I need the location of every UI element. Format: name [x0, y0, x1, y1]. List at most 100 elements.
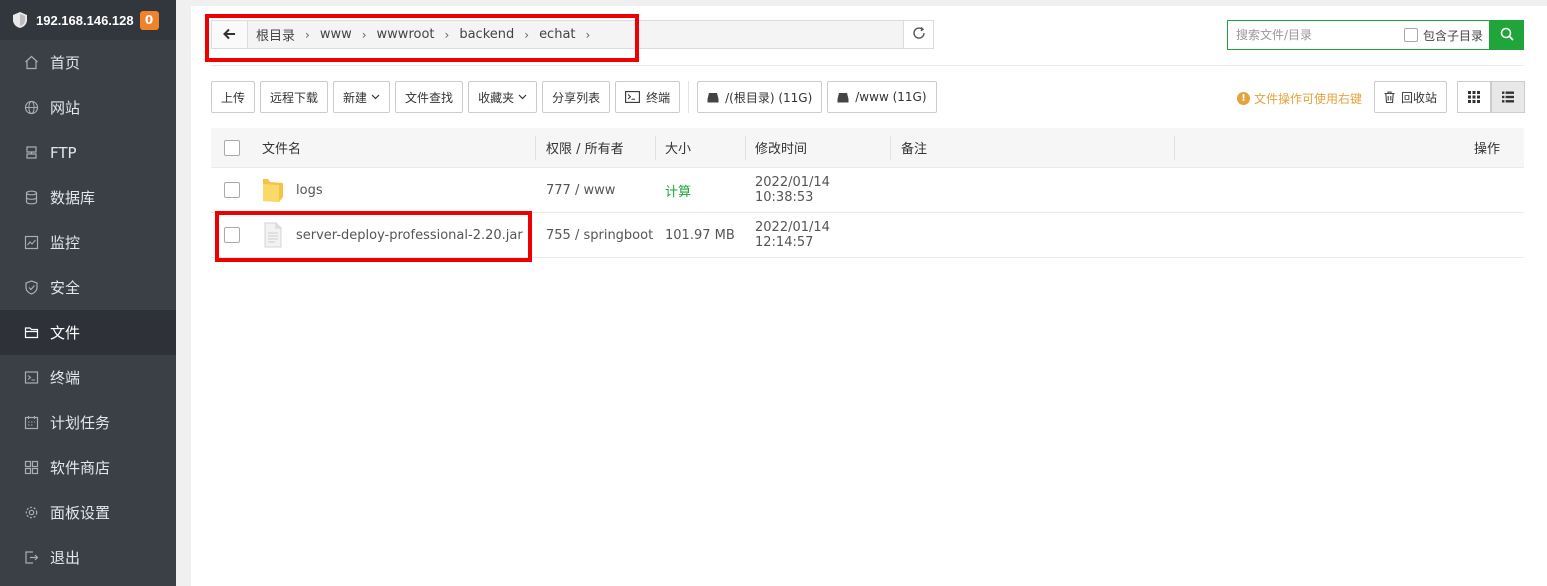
gear-icon — [23, 505, 39, 521]
disk-root-label: /(根目录) (11G) — [725, 90, 813, 105]
file-manager: 根目录› www› wwwroot› backend› echat› 包含子目录… — [191, 6, 1547, 586]
sidebar-item-cron[interactable]: 计划任务 — [0, 400, 176, 445]
refresh-icon — [912, 25, 926, 44]
disk-www-label: /www (11G) — [855, 90, 927, 104]
new-button-label: 新建 — [343, 90, 368, 105]
sidebar-item-database[interactable]: 数据库 — [0, 175, 176, 220]
row-checkbox[interactable] — [224, 182, 240, 198]
sidebar-item-security[interactable]: 安全 — [0, 265, 176, 310]
divider — [211, 65, 1524, 66]
perm-cell[interactable]: 777 / www — [536, 183, 656, 198]
info-icon: ! — [1237, 92, 1250, 105]
size-calc-link[interactable]: 计算 — [656, 181, 746, 200]
recycle-bin-label: 回收站 — [1401, 90, 1438, 105]
sidebar-item-label: 软件商店 — [50, 459, 111, 477]
header-perm[interactable]: 权限 / 所有者 — [536, 128, 656, 168]
sidebar-item-monitor[interactable]: 监控 — [0, 220, 176, 265]
sidebar-item-label: 首页 — [50, 54, 81, 72]
include-subdir-label: 包含子目录 — [1422, 28, 1483, 43]
grid-view-button[interactable] — [1457, 81, 1491, 113]
folder-icon — [23, 325, 39, 341]
sidebar-item-label: 计划任务 — [50, 414, 111, 432]
tip-text: 文件操作可使用右键 — [1254, 92, 1363, 106]
terminal-icon — [23, 370, 39, 386]
hard-drive-icon — [837, 92, 849, 103]
toolbar-separator — [688, 81, 690, 113]
home-icon — [23, 55, 39, 71]
search-icon — [1500, 26, 1514, 45]
shield-icon — [23, 280, 39, 296]
database-icon — [23, 190, 39, 206]
header-note: 备注 — [891, 128, 1175, 168]
list-view-button[interactable] — [1491, 81, 1525, 113]
globe-icon — [23, 100, 39, 116]
logout-icon — [23, 550, 39, 566]
disk-www-button[interactable]: /www (11G) — [827, 81, 937, 113]
header-name[interactable]: 文件名 — [251, 128, 536, 168]
search-box: 包含子目录 — [1227, 20, 1524, 50]
server-ip: 192.168.146.128 — [36, 12, 134, 28]
sidebar-item-store[interactable]: 软件商店 — [0, 445, 176, 490]
ftp-icon — [23, 145, 39, 161]
folder-icon — [262, 177, 284, 203]
terminal-button-label: 终端 — [646, 90, 671, 105]
sidebar-item-terminal[interactable]: 终端 — [0, 355, 176, 400]
sidebar-item-label: 文件 — [50, 324, 81, 342]
server-header: 192.168.146.128 0 — [0, 0, 176, 40]
sidebar-item-settings[interactable]: 面板设置 — [0, 490, 176, 535]
sidebar-item-label: 安全 — [50, 279, 81, 297]
chevron-down-icon — [371, 94, 380, 100]
table-row[interactable]: logs 777 / www 计算 2022/01/14 10:38:53 — [211, 168, 1524, 213]
apps-icon — [23, 460, 39, 476]
sidebar-item-website[interactable]: 网站 — [0, 85, 176, 130]
include-subdir-checkbox[interactable]: 包含子目录 — [1403, 27, 1483, 44]
mtime-cell: 2022/01/14 12:14:57 — [755, 220, 830, 250]
sidebar-item-label: FTP — [50, 143, 77, 162]
find-files-button[interactable]: 文件查找 — [395, 81, 464, 113]
sidebar-item-files[interactable]: 文件 — [0, 310, 176, 355]
header-ops: 操作 — [1473, 142, 1500, 157]
hard-drive-icon — [707, 92, 719, 103]
sidebar-item-label: 面板设置 — [50, 504, 111, 522]
search-input[interactable] — [1228, 21, 1404, 49]
remote-download-button[interactable]: 远程下载 — [260, 81, 329, 113]
mtime-cell: 2022/01/14 10:38:53 — [755, 175, 830, 205]
calendar-icon — [23, 415, 39, 431]
view-toggle — [1457, 81, 1525, 113]
upload-button[interactable]: 上传 — [211, 81, 256, 113]
sidebar-item-label: 退出 — [50, 549, 81, 567]
notification-badge[interactable]: 0 — [139, 10, 159, 30]
disk-root-button[interactable]: /(根目录) (11G) — [697, 81, 823, 113]
header-size[interactable]: 大小 — [656, 128, 746, 168]
refresh-button[interactable] — [903, 21, 933, 48]
select-all-cell — [211, 128, 251, 168]
monitor-icon — [23, 235, 39, 251]
table-header: 文件名 权限 / 所有者 大小 修改时间 备注 操作 — [211, 128, 1524, 168]
row-check-cell — [211, 182, 251, 198]
sidebar-item-label: 数据库 — [50, 189, 96, 207]
sidebar-item-label: 终端 — [50, 369, 81, 387]
terminal-icon — [625, 91, 641, 103]
new-button[interactable]: 新建 — [333, 81, 391, 113]
sidebar-item-home[interactable]: 首页 — [0, 40, 176, 85]
share-list-button[interactable]: 分享列表 — [542, 81, 611, 113]
search-button[interactable] — [1489, 20, 1524, 50]
file-name[interactable]: logs — [296, 183, 323, 198]
file-name-cell[interactable]: logs — [251, 177, 536, 203]
trash-icon — [1384, 91, 1395, 103]
shield-logo-icon — [12, 11, 28, 29]
select-all-checkbox[interactable] — [224, 139, 240, 156]
checkbox[interactable] — [1403, 28, 1418, 42]
favorites-button[interactable]: 收藏夹 — [468, 81, 538, 113]
sidebar-item-ftp[interactable]: FTP — [0, 130, 176, 175]
terminal-button[interactable]: 终端 — [615, 81, 681, 113]
header-mtime[interactable]: 修改时间 — [746, 128, 891, 168]
sidebar-item-logout[interactable]: 退出 — [0, 535, 176, 580]
recycle-bin-button[interactable]: 回收站 — [1374, 81, 1448, 113]
sidebar: 192.168.146.128 0 首页 网站 FTP 数据库 监控 安全 文件… — [0, 0, 176, 586]
favorites-button-label: 收藏夹 — [478, 90, 515, 105]
perm-cell[interactable]: 755 / springboot — [536, 228, 656, 243]
sidebar-item-label: 监控 — [50, 234, 81, 252]
right-click-tip: ! 文件操作可使用右键 — [1237, 90, 1362, 107]
sidebar-item-label: 网站 — [50, 99, 81, 117]
